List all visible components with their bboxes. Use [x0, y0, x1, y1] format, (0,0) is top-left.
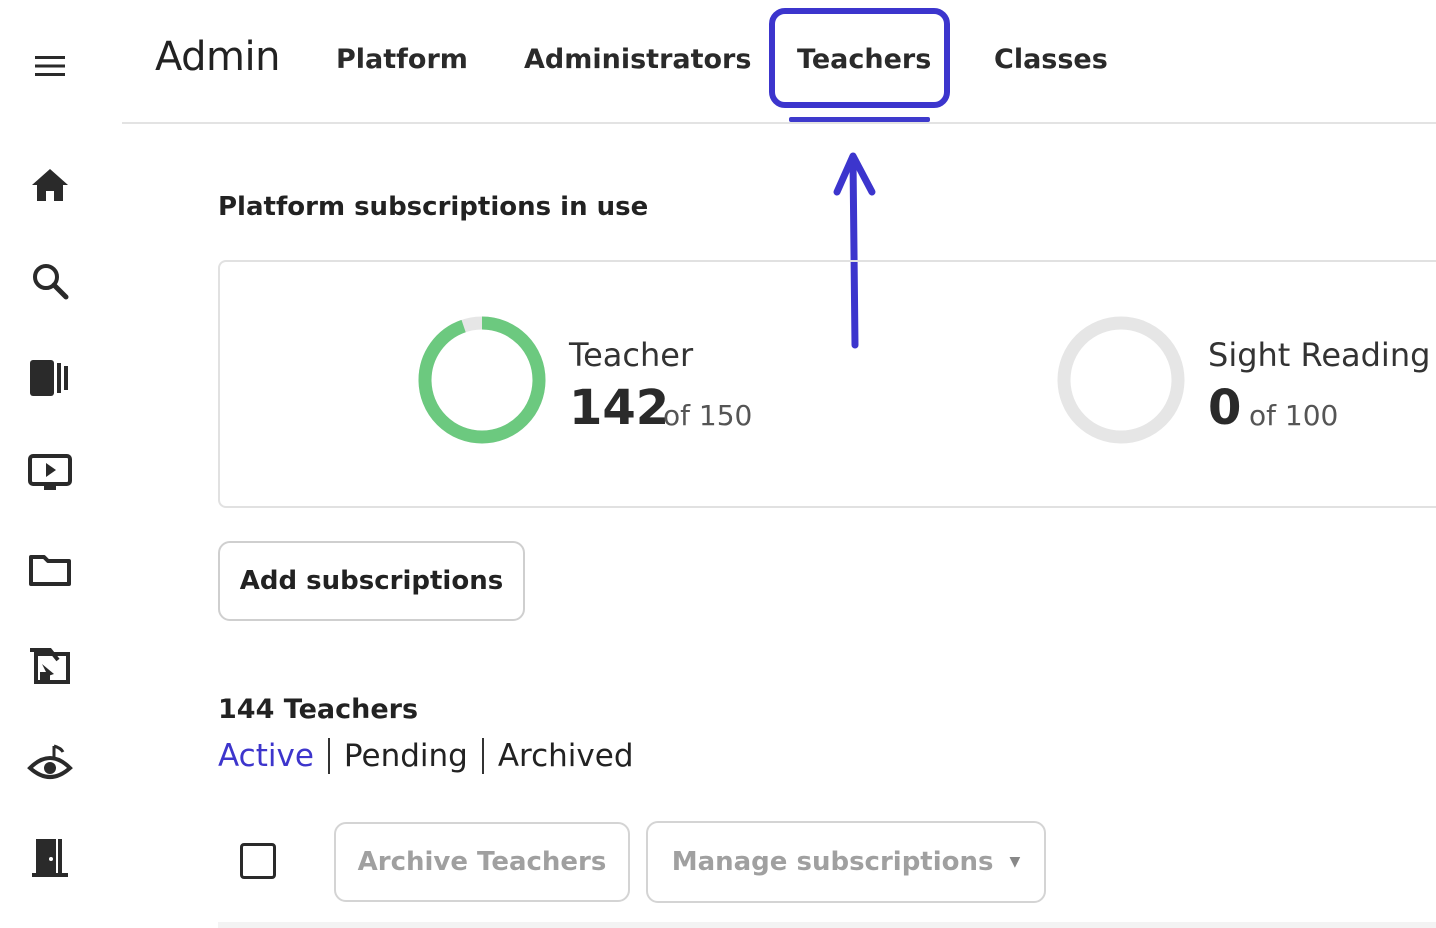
- folder-icon[interactable]: [26, 546, 74, 594]
- subscription-used: 142: [569, 380, 670, 436]
- library-icon[interactable]: [26, 354, 74, 402]
- archive-teachers-button[interactable]: Archive Teachers: [334, 822, 630, 902]
- tab-platform[interactable]: Platform: [336, 44, 468, 75]
- manage-subscriptions-button[interactable]: Manage subscriptions ▼: [646, 821, 1046, 903]
- tab-classes[interactable]: Classes: [994, 44, 1108, 75]
- sight-reading-icon[interactable]: [26, 739, 74, 787]
- assignment-icon[interactable]: [26, 642, 74, 690]
- video-icon[interactable]: [26, 449, 74, 497]
- subscription-total: of 150: [663, 399, 753, 432]
- subscriptions-title: Platform subscriptions in use: [218, 192, 649, 222]
- select-all-checkbox[interactable]: [240, 843, 276, 879]
- search-icon[interactable]: [26, 257, 74, 305]
- exit-icon[interactable]: [26, 834, 74, 882]
- sidebar: [0, 0, 100, 928]
- filter-divider: [481, 738, 484, 774]
- add-subscriptions-button[interactable]: Add subscriptions: [218, 541, 525, 621]
- active-tab-indicator: [789, 117, 930, 122]
- caret-down-icon: ▼: [1009, 854, 1021, 870]
- teachers-count: 144 Teachers: [218, 694, 419, 725]
- tab-teachers[interactable]: Teachers: [797, 44, 931, 75]
- page-title: Admin: [155, 34, 280, 80]
- sight-reading-usage-donut: [1057, 316, 1185, 444]
- home-icon[interactable]: [26, 161, 74, 209]
- menu-icon[interactable]: [26, 42, 74, 90]
- tab-administrators[interactable]: Administrators: [524, 44, 751, 75]
- filter-pending[interactable]: Pending: [344, 738, 468, 774]
- subscription-name: Teacher: [569, 336, 694, 374]
- subscription-name: Sight Reading: [1208, 336, 1431, 374]
- filter-archived[interactable]: Archived: [498, 738, 634, 774]
- filter-active[interactable]: Active: [218, 738, 314, 774]
- table-header-strip: [218, 922, 1436, 928]
- subscriptions-card: Teacher 142 of 150 Sight Reading 0 of 10…: [218, 260, 1436, 508]
- teacher-status-filters: Active Pending Archived: [218, 738, 634, 774]
- donut-fill: [418, 316, 546, 444]
- top-nav: Admin Platform Administrators Teachers C…: [122, 0, 1436, 124]
- donut-track: [1057, 316, 1185, 444]
- subscription-total: of 100: [1249, 399, 1339, 432]
- manage-subscriptions-label: Manage subscriptions: [671, 847, 994, 877]
- subscription-used: 0: [1208, 380, 1242, 436]
- teacher-usage-donut: [418, 316, 546, 444]
- filter-divider: [327, 738, 330, 774]
